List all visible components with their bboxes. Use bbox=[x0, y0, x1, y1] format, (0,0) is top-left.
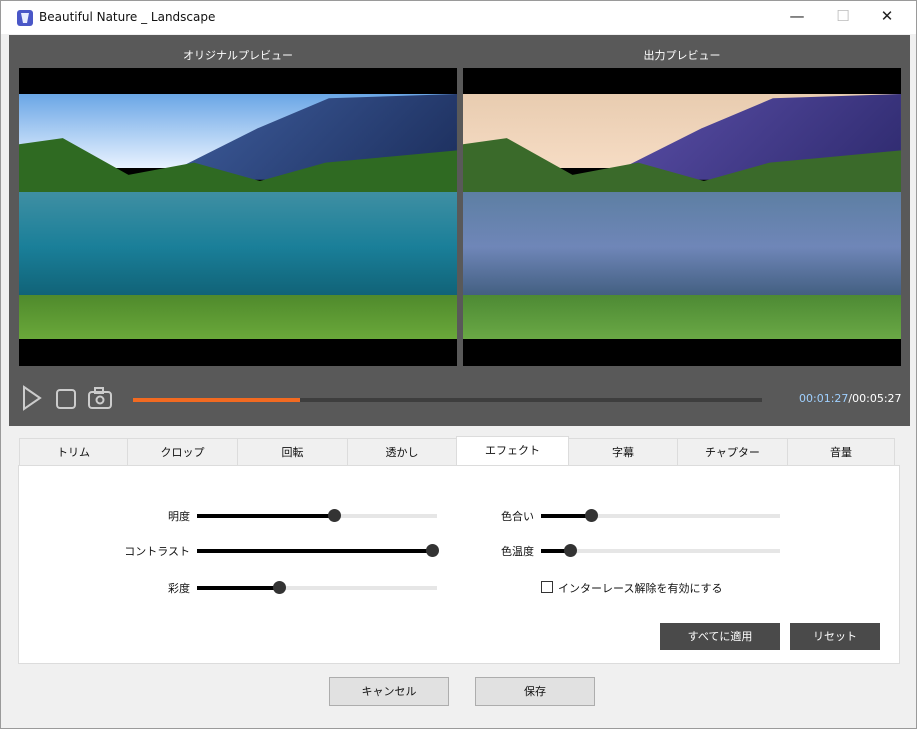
tab-0[interactable]: トリム bbox=[19, 438, 128, 466]
title-bar: Beautiful Nature _ Landscape — ☐ ✕ bbox=[1, 1, 916, 34]
contrast-slider-fill bbox=[197, 549, 433, 553]
hue-label: 色合い bbox=[501, 510, 534, 523]
output-video-frame bbox=[463, 94, 901, 339]
progress-fill bbox=[133, 398, 301, 402]
hue-slider[interactable] bbox=[541, 509, 780, 522]
saturation-slider-fill bbox=[197, 586, 279, 590]
close-button[interactable]: ✕ bbox=[864, 1, 910, 34]
stop-icon[interactable] bbox=[56, 389, 76, 412]
minimize-button[interactable]: — bbox=[774, 1, 820, 34]
current-time: 00:01:27 bbox=[799, 392, 849, 405]
brightness-slider-thumb[interactable] bbox=[327, 509, 341, 522]
saturation-label: 彩度 bbox=[168, 582, 190, 595]
temperature-slider-thumb[interactable] bbox=[563, 544, 577, 557]
brightness-slider-fill bbox=[197, 514, 334, 518]
cancel-button[interactable]: キャンセル bbox=[329, 677, 449, 706]
original-preview-label: オリジナルプレビュー bbox=[183, 49, 293, 62]
camera-icon[interactable] bbox=[88, 387, 112, 412]
tab-4[interactable]: エフェクト bbox=[456, 436, 569, 466]
contrast-slider[interactable] bbox=[197, 544, 440, 557]
tab-5[interactable]: 字幕 bbox=[568, 438, 678, 466]
hue-slider-fill bbox=[541, 514, 592, 518]
app-window: Beautiful Nature _ Landscape — ☐ ✕ オリジナル… bbox=[0, 0, 917, 729]
tab-6[interactable]: チャプター bbox=[677, 438, 788, 466]
contrast-label: コントラスト bbox=[124, 545, 190, 558]
save-button[interactable]: 保存 bbox=[475, 677, 595, 706]
original-video-frame bbox=[19, 94, 457, 339]
preview-area: オリジナルプレビュー 出力プレビュー 00:01:27/00:05:27 bbox=[9, 35, 910, 426]
maximize-button[interactable]: ☐ bbox=[820, 1, 866, 34]
reset-button[interactable]: リセット bbox=[790, 623, 880, 650]
output-preview-label: 出力プレビュー bbox=[643, 49, 721, 62]
tab-3[interactable]: 透かし bbox=[347, 438, 457, 466]
temperature-label: 色温度 bbox=[501, 545, 534, 558]
original-preview bbox=[19, 68, 457, 366]
deinterlace-label: インターレース解除を有効にする bbox=[558, 582, 723, 595]
window-title: Beautiful Nature _ Landscape bbox=[39, 10, 216, 24]
brightness-label: 明度 bbox=[168, 510, 190, 523]
saturation-slider[interactable] bbox=[197, 581, 437, 594]
temperature-slider[interactable] bbox=[541, 544, 780, 557]
tab-2[interactable]: 回転 bbox=[237, 438, 348, 466]
total-time: /00:05:27 bbox=[848, 392, 902, 405]
tab-7[interactable]: 音量 bbox=[787, 438, 895, 466]
deinterlace-checkbox[interactable] bbox=[541, 581, 553, 593]
app-icon bbox=[17, 10, 33, 26]
output-preview bbox=[463, 68, 901, 366]
time-display: 00:01:27/00:05:27 bbox=[799, 392, 902, 405]
saturation-slider-thumb[interactable] bbox=[272, 581, 286, 594]
progress-slider[interactable] bbox=[133, 398, 762, 402]
apply-all-button[interactable]: すべてに適用 bbox=[660, 623, 780, 650]
tab-1[interactable]: クロップ bbox=[127, 438, 238, 466]
brightness-slider[interactable] bbox=[197, 509, 437, 522]
play-icon[interactable] bbox=[21, 385, 43, 417]
